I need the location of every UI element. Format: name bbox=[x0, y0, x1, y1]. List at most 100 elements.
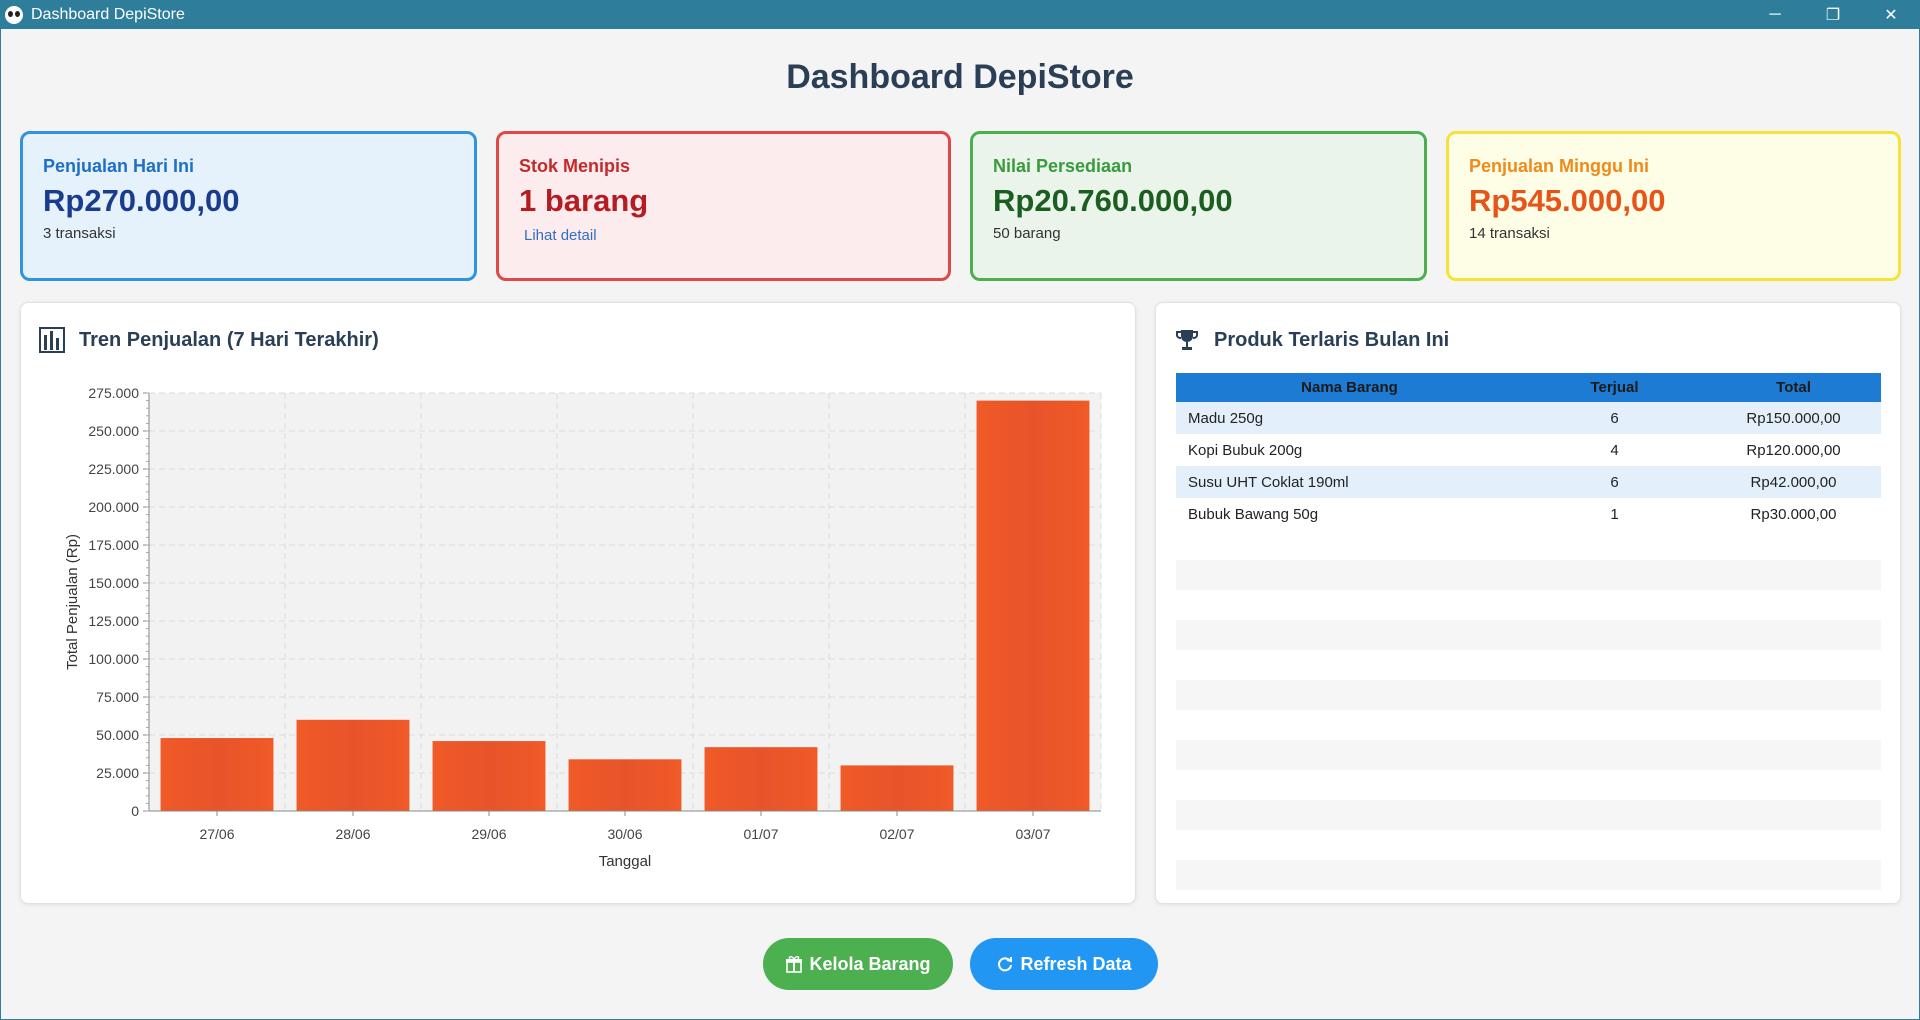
cell-name: Madu 250g bbox=[1188, 409, 1264, 427]
y-tick-label: 100.000 bbox=[88, 651, 139, 667]
card-label: Penjualan Minggu Ini bbox=[1469, 156, 1649, 176]
table-body: Madu 250g 6 Rp150.000,00 Kopi Bubuk 200g… bbox=[1176, 402, 1881, 530]
card-label: Nilai Persediaan bbox=[993, 156, 1133, 176]
empty-table-row bbox=[1176, 650, 1881, 680]
manage-items-button[interactable]: Kelola Barang bbox=[763, 938, 953, 990]
x-tick-label: 29/06 bbox=[471, 826, 506, 842]
restore-button[interactable]: ❐ bbox=[1804, 0, 1862, 29]
empty-table-row bbox=[1176, 830, 1881, 860]
card-label: Penjualan Hari Ini bbox=[43, 156, 195, 176]
window-title: Dashboard DepiStore bbox=[31, 5, 185, 23]
card-sales-today: Penjualan Hari Ini Rp270.000,00 3 transa… bbox=[20, 131, 477, 281]
y-tick-label: 250.000 bbox=[88, 423, 139, 439]
sales-bar-chart: 0 25.000 50.000 75.000 100.000 125.000 150.000… bbox=[64, 385, 1102, 870]
card-sales-week: Penjualan Minggu Ini Rp545.000,00 14 tra… bbox=[1446, 131, 1901, 281]
panel-header: Produk Terlaris Bulan Ini bbox=[1174, 327, 1449, 353]
top-products-table: Nama Barang Terjual Total Madu 250g 6 Rp… bbox=[1176, 373, 1881, 890]
minimize-button[interactable]: ─ bbox=[1746, 0, 1804, 29]
bar-27-06 bbox=[160, 738, 274, 811]
plot-area bbox=[149, 393, 1101, 811]
card-value: Rp20.760.000,00 bbox=[993, 183, 1233, 218]
card-value: 1 barang bbox=[519, 183, 649, 218]
cell-total: Rp150.000,00 bbox=[1746, 409, 1841, 427]
top-products-panel: Produk Terlaris Bulan Ini Nama Barang Te… bbox=[1155, 302, 1901, 904]
panel-title: Produk Terlaris Bulan Ini bbox=[1214, 328, 1450, 351]
y-tick-label: 50.000 bbox=[96, 727, 139, 743]
table-row[interactable]: Bubuk Bawang 50g 1 Rp30.000,00 bbox=[1176, 498, 1881, 530]
window-titlebar: Dashboard DepiStore ─ ❐ ✕ bbox=[0, 0, 1920, 29]
y-tick-label: 25.000 bbox=[96, 765, 139, 781]
panel-title: Tren Penjualan (7 Hari Terakhir) bbox=[79, 328, 379, 351]
empty-table-row bbox=[1176, 770, 1881, 800]
view-detail-link[interactable]: Lihat detail bbox=[524, 227, 928, 244]
y-tick-label: 75.000 bbox=[96, 689, 139, 705]
window-controls: ─ ❐ ✕ bbox=[1746, 0, 1920, 29]
y-tick-label: 200.000 bbox=[88, 499, 139, 515]
cell-sold: 6 bbox=[1610, 473, 1619, 491]
empty-table-row bbox=[1176, 710, 1881, 740]
card-label: Stok Menipis bbox=[519, 156, 631, 176]
app-logo-icon bbox=[5, 5, 23, 24]
cell-sold: 1 bbox=[1610, 505, 1619, 523]
table-row[interactable]: Madu 250g 6 Rp150.000,00 bbox=[1176, 402, 1881, 434]
column-header-name[interactable]: Nama Barang bbox=[1176, 379, 1523, 396]
x-axis-label: Tanggal bbox=[599, 853, 652, 870]
close-button[interactable]: ✕ bbox=[1862, 0, 1920, 29]
empty-table-row bbox=[1176, 560, 1881, 590]
cell-total: Rp30.000,00 bbox=[1750, 505, 1837, 523]
y-axis-label: Total Penjualan (Rp) bbox=[64, 534, 81, 670]
x-tick-label: 27/06 bbox=[199, 826, 234, 842]
y-tick-label: 175.000 bbox=[88, 537, 139, 553]
x-tick-label: 28/06 bbox=[335, 826, 370, 842]
card-sub: 3 transaksi bbox=[43, 225, 116, 242]
table-row[interactable]: Kopi Bubuk 200g 4 Rp120.000,00 bbox=[1176, 434, 1881, 466]
trophy-icon bbox=[1174, 327, 1200, 353]
y-tick-label: 150.000 bbox=[88, 575, 139, 591]
x-tick-label: 01/07 bbox=[743, 826, 778, 842]
table-row[interactable]: Susu UHT Coklat 190ml 6 Rp42.000,00 bbox=[1176, 466, 1881, 498]
button-label: Refresh Data bbox=[1020, 953, 1132, 974]
bar-29-06 bbox=[432, 741, 546, 811]
button-label: Kelola Barang bbox=[809, 953, 931, 974]
bar-28-06 bbox=[296, 719, 410, 811]
column-header-sold[interactable]: Terjual bbox=[1523, 379, 1706, 396]
cell-total: Rp42.000,00 bbox=[1750, 473, 1837, 491]
refresh-data-button[interactable]: Refresh Data bbox=[970, 938, 1158, 990]
cell-total: Rp120.000,00 bbox=[1746, 441, 1841, 459]
y-tick-label: 275.000 bbox=[88, 385, 139, 401]
sales-trend-panel: Tren Penjualan (7 Hari Terakhir) 0 25.000… bbox=[20, 302, 1136, 904]
empty-table-row bbox=[1176, 800, 1881, 830]
empty-table-row bbox=[1176, 590, 1881, 620]
bar-chart-icon bbox=[39, 327, 65, 353]
gift-icon bbox=[785, 955, 803, 973]
cell-sold: 6 bbox=[1610, 409, 1619, 427]
column-header-total[interactable]: Total bbox=[1706, 379, 1881, 396]
page-title: Dashboard DepiStore bbox=[786, 58, 1134, 96]
cell-name: Susu UHT Coklat 190ml bbox=[1188, 473, 1349, 491]
card-low-stock: Stok Menipis 1 barang Lihat detail bbox=[496, 131, 951, 281]
card-sub: 50 barang bbox=[993, 225, 1061, 242]
cell-name: Kopi Bubuk 200g bbox=[1188, 441, 1303, 459]
x-tick-label: 03/07 bbox=[1015, 826, 1050, 842]
card-value: Rp545.000,00 bbox=[1469, 183, 1666, 218]
table-spacer bbox=[1176, 530, 1881, 560]
empty-table-row bbox=[1176, 860, 1881, 890]
card-inventory-value: Nilai Persediaan Rp20.760.000,00 50 bara… bbox=[970, 131, 1427, 281]
refresh-icon bbox=[996, 955, 1014, 973]
table-header: Nama Barang Terjual Total bbox=[1176, 373, 1881, 402]
y-tick-label: 0 bbox=[131, 803, 139, 819]
cell-name: Bubuk Bawang 50g bbox=[1188, 505, 1319, 523]
bar-01-07 bbox=[704, 747, 818, 811]
empty-table-row bbox=[1176, 620, 1881, 650]
cell-sold: 4 bbox=[1610, 441, 1619, 459]
x-tick-label: 02/07 bbox=[879, 826, 914, 842]
card-value: Rp270.000,00 bbox=[43, 183, 240, 218]
y-tick-label: 225.000 bbox=[88, 461, 139, 477]
y-tick-label: 125.000 bbox=[88, 613, 139, 629]
x-tick-label: 30/06 bbox=[607, 826, 642, 842]
bar-30-06 bbox=[568, 759, 682, 811]
empty-table-row bbox=[1176, 740, 1881, 770]
bar-03-07 bbox=[976, 400, 1090, 811]
card-sub: 14 transaksi bbox=[1469, 225, 1550, 242]
bar-02-07 bbox=[840, 765, 954, 811]
